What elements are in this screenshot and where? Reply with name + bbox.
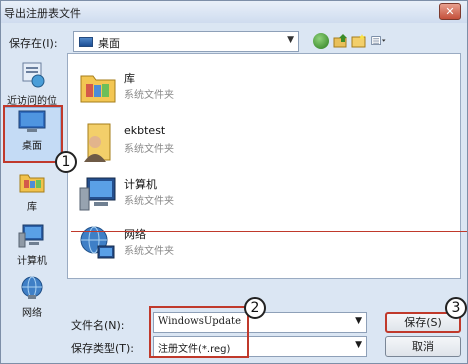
close-button[interactable]: ✕ [439,3,461,20]
save-in-value: 桌面 [98,37,120,50]
step-marker-3: 3 [445,297,467,319]
chevron-down-icon: ▼ [355,340,362,350]
cancel-button[interactable]: 取消 [385,336,461,357]
file-name: 库 [124,72,135,85]
user-folder-icon [84,123,111,162]
library-icon [19,174,45,193]
place-label: 计算机 [17,256,47,267]
file-type: 系统文件夹 [124,90,174,101]
list-item[interactable]: ekbtest 系统文件夹 [76,118,356,166]
network-icon [21,276,43,299]
export-registry-dialog: 导出注册表文件 ✕ 保存在(I): 桌面 ▼ 近访问的位置 [0,0,468,364]
close-icon: ✕ [445,5,455,18]
computer-icon [18,224,44,248]
save-in-label: 保存在(I): [9,37,58,50]
desktop-highlight-box [3,105,63,163]
place-computer[interactable]: 计算机 [3,223,61,267]
file-type: 系统文件夹 [124,144,174,155]
title-bar[interactable]: 导出注册表文件 ✕ [1,1,467,23]
up-folder-icon[interactable] [333,33,349,49]
file-list[interactable]: 库 系统文件夹 ekbtest 系统文件夹 计算机 系统文件夹 网络 系统文件夹 [67,53,461,279]
annotation-line [71,231,467,232]
chevron-down-icon[interactable]: ▼ [355,316,362,326]
desktop-icon [79,37,93,47]
filename-highlight-box [149,306,249,358]
step-marker-1: 1 [55,151,77,173]
file-name: 网络 [124,228,146,241]
places-bar: 近访问的位置 桌面 库 [1,53,63,363]
list-item[interactable]: 库 系统文件夹 [76,64,356,112]
back-icon[interactable] [313,33,329,49]
chevron-down-icon: ▼ [287,35,294,45]
recent-places-icon [22,62,45,88]
save-in-dropdown[interactable]: 桌面 ▼ [73,31,299,52]
place-network[interactable]: 网络 [3,275,61,319]
network-icon [80,226,115,259]
file-type: 系统文件夹 [124,246,174,257]
save-type-label: 保存类型(T): [71,342,135,355]
window-title: 导出注册表文件 [4,7,81,20]
library-icon [80,75,116,103]
view-menu-icon[interactable] [371,33,387,49]
filename-label: 文件名(N): [71,319,125,332]
file-name: ekbtest [124,124,166,137]
new-folder-icon[interactable] [351,33,367,49]
computer-icon [79,177,116,211]
list-item[interactable]: 计算机 系统文件夹 [76,170,356,218]
file-name: 计算机 [124,178,157,191]
step-marker-2: 2 [244,297,266,319]
list-item[interactable]: 网络 系统文件夹 [76,220,356,268]
place-label: 库 [27,202,37,213]
file-type: 系统文件夹 [124,196,174,207]
place-library[interactable]: 库 [3,169,61,213]
place-label: 网络 [22,308,42,319]
